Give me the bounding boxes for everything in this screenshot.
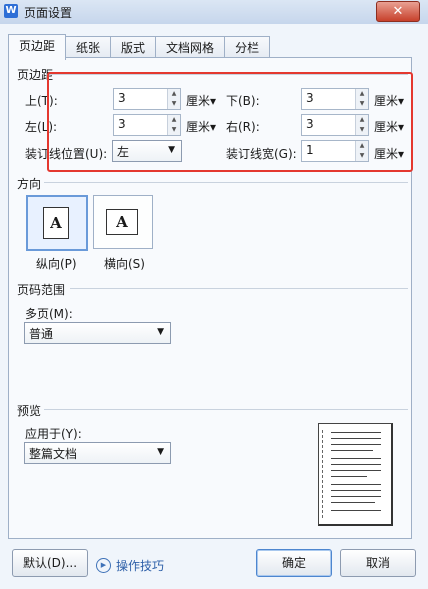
- chevron-down-icon: ▼: [157, 327, 164, 337]
- apply-to-label: 应用于(Y):: [25, 427, 82, 441]
- landscape-page-icon: A: [106, 209, 138, 235]
- tab-paper[interactable]: 纸张: [65, 36, 112, 59]
- landscape-label[interactable]: 横向(S): [104, 255, 145, 272]
- wps-writer-icon: W: [4, 4, 18, 18]
- preview-text-line: [331, 490, 381, 491]
- preview-gutter-line: [322, 430, 323, 518]
- default-button[interactable]: 默认(D)...: [12, 549, 88, 577]
- chevron-down-icon: ▼: [157, 447, 164, 457]
- multiple-pages-select[interactable]: 普通 ▼: [24, 322, 171, 344]
- preview-text-line: [331, 484, 381, 485]
- preview-text-line: [331, 510, 381, 511]
- annotation-highlight-box: [47, 72, 413, 172]
- tab-document-grid[interactable]: 文档网格: [155, 36, 226, 59]
- portrait-label[interactable]: 纵向(P): [36, 255, 77, 272]
- window-title: 页面设置: [24, 6, 73, 20]
- pages-divider: [70, 288, 408, 289]
- preview-text-line: [331, 458, 381, 459]
- preview-text-line: [331, 464, 381, 465]
- tab-layout[interactable]: 版式: [110, 36, 157, 59]
- play-circle-icon[interactable]: ▶: [96, 558, 111, 573]
- apply-to-select[interactable]: 整篇文档 ▼: [24, 442, 171, 464]
- ok-button[interactable]: 确定: [256, 549, 332, 577]
- tab-margins[interactable]: 页边距: [8, 34, 67, 60]
- title-bar: W 页面设置 ✕: [0, 0, 428, 25]
- orientation-section-title: 方向: [17, 177, 42, 191]
- preview-text-line: [331, 470, 381, 471]
- multiple-pages-value: 普通: [29, 327, 54, 341]
- tab-bar: 页边距 纸张 版式 文档网格 分栏: [8, 34, 271, 60]
- portrait-option[interactable]: A: [26, 195, 88, 251]
- pages-section-title: 页码范围: [17, 283, 66, 297]
- landscape-option[interactable]: A: [93, 195, 153, 249]
- multiple-pages-label: 多页(M):: [25, 307, 73, 321]
- preview-text-line: [331, 450, 373, 451]
- orientation-divider: [44, 182, 408, 183]
- preview-text-line: [331, 496, 381, 497]
- tips-link[interactable]: 操作技巧: [116, 557, 164, 574]
- tab-columns[interactable]: 分栏: [224, 36, 271, 59]
- preview-text-line: [331, 432, 381, 433]
- preview-text-line: [331, 444, 381, 445]
- page-preview: [318, 423, 393, 526]
- preview-divider: [44, 409, 408, 410]
- preview-section-title: 预览: [17, 404, 42, 418]
- apply-to-value: 整篇文档: [29, 447, 78, 461]
- preview-text-line: [331, 438, 381, 439]
- close-button[interactable]: ✕: [376, 1, 420, 22]
- cancel-button[interactable]: 取消: [340, 549, 416, 577]
- preview-text-line: [331, 502, 375, 503]
- portrait-page-icon: A: [43, 207, 69, 239]
- preview-text-line: [331, 476, 367, 477]
